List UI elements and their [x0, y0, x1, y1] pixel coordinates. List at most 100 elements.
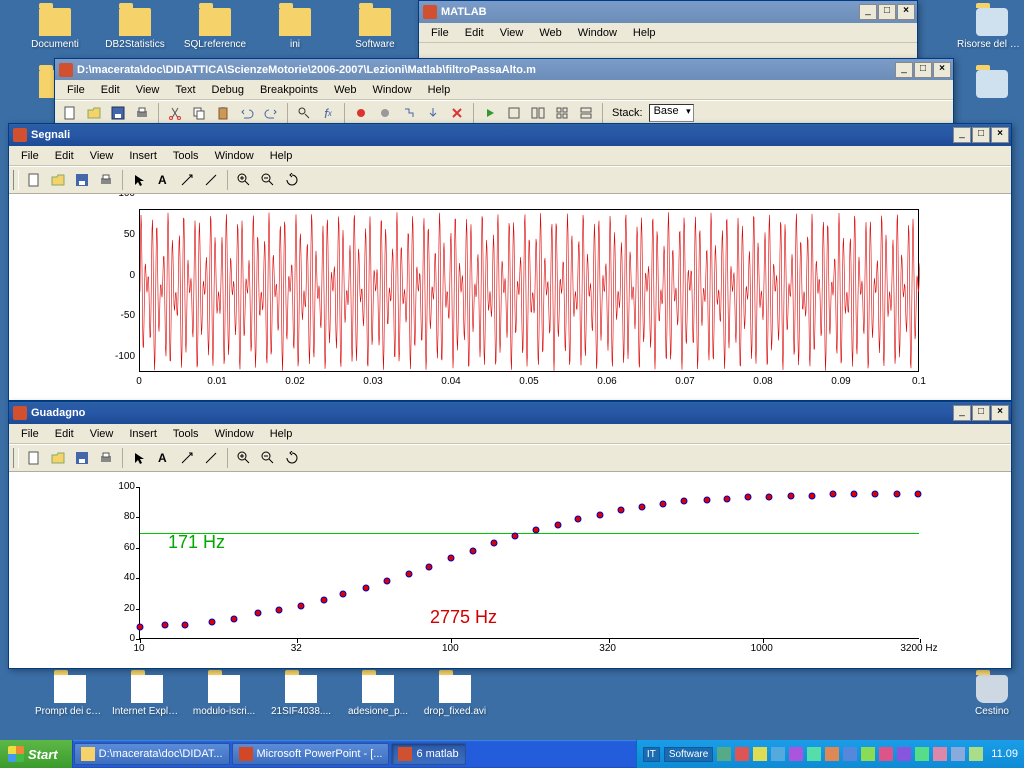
copy-icon[interactable] — [188, 102, 210, 124]
tray-icon[interactable] — [951, 747, 965, 761]
taskbar-item-explorer[interactable]: D:\macerata\doc\DIDAT... — [74, 743, 230, 765]
desktop-icon[interactable]: Cestino — [957, 675, 1024, 717]
menu-window[interactable]: Window — [364, 82, 419, 98]
function-icon[interactable]: fx — [317, 102, 339, 124]
tray-icon[interactable] — [969, 747, 983, 761]
close-button[interactable]: × — [933, 62, 951, 78]
tray-icon[interactable] — [771, 747, 785, 761]
clock[interactable]: 11.09 — [987, 748, 1018, 760]
zoom-in-icon[interactable] — [233, 447, 255, 469]
print-icon[interactable] — [95, 169, 117, 191]
stack-select[interactable]: Base — [649, 104, 694, 122]
menu-tools[interactable]: Tools — [165, 148, 207, 164]
desktop-icon[interactable]: Prompt dei comandi — [35, 675, 105, 717]
menu-file[interactable]: File — [13, 426, 47, 442]
x2-icon[interactable] — [527, 102, 549, 124]
start-button[interactable]: Start — [0, 740, 73, 768]
menu-tools[interactable]: Tools — [165, 426, 207, 442]
open-icon[interactable] — [47, 447, 69, 469]
language-indicator[interactable]: IT — [643, 747, 660, 762]
menu-window[interactable]: Window — [207, 148, 262, 164]
menu-file[interactable]: File — [59, 82, 93, 98]
stop-icon[interactable] — [446, 102, 468, 124]
menu-debug[interactable]: Debug — [204, 82, 252, 98]
tray-icon[interactable] — [735, 747, 749, 761]
minimize-button[interactable]: _ — [953, 405, 971, 421]
x1-icon[interactable] — [503, 102, 525, 124]
line-icon[interactable] — [200, 447, 222, 469]
desktop-icon[interactable]: DB2Statistics — [100, 8, 170, 50]
open-icon[interactable] — [83, 102, 105, 124]
save-icon[interactable] — [71, 169, 93, 191]
text-icon[interactable]: A — [152, 447, 174, 469]
open-icon[interactable] — [47, 169, 69, 191]
menu-breakpoints[interactable]: Breakpoints — [252, 82, 326, 98]
menu-insert[interactable]: Insert — [121, 426, 165, 442]
zoom-out-icon[interactable] — [257, 447, 279, 469]
editor-titlebar[interactable]: D:\macerata\doc\DIDATTICA\ScienzeMotorie… — [55, 59, 953, 80]
paste-icon[interactable] — [212, 102, 234, 124]
menu-view[interactable]: View — [82, 426, 122, 442]
tray-icon[interactable] — [807, 747, 821, 761]
close-button[interactable]: × — [897, 4, 915, 20]
tray-icon[interactable] — [861, 747, 875, 761]
desktop-icon[interactable]: Risorse del mputer — [957, 8, 1024, 50]
new-icon[interactable] — [23, 447, 45, 469]
desktop-icon[interactable]: drop_fixed.avi — [420, 675, 490, 717]
tray-icon[interactable] — [879, 747, 893, 761]
menu-file[interactable]: File — [13, 148, 47, 164]
text-icon[interactable]: A — [152, 169, 174, 191]
tray-icon[interactable] — [933, 747, 947, 761]
desktop-icon[interactable]: modulo-iscri... — [189, 675, 259, 717]
new-icon[interactable] — [23, 169, 45, 191]
new-icon[interactable] — [59, 102, 81, 124]
tray-icon[interactable] — [897, 747, 911, 761]
pointer-icon[interactable] — [128, 447, 150, 469]
tray-icon[interactable] — [825, 747, 839, 761]
taskbar-item-matlab[interactable]: 6 matlab — [391, 743, 465, 765]
desktop-icon[interactable]: adesione_p... — [343, 675, 413, 717]
menu-edit[interactable]: Edit — [93, 82, 128, 98]
rotate-icon[interactable] — [281, 169, 303, 191]
rotate-icon[interactable] — [281, 447, 303, 469]
tray-icon[interactable] — [717, 747, 731, 761]
tray-icon[interactable] — [843, 747, 857, 761]
save-icon[interactable] — [71, 447, 93, 469]
x3-icon[interactable] — [551, 102, 573, 124]
menu-web[interactable]: Web — [531, 25, 569, 41]
maximize-button[interactable]: □ — [914, 62, 932, 78]
zoom-in-icon[interactable] — [233, 169, 255, 191]
arrow-icon[interactable] — [176, 169, 198, 191]
desktop-icon[interactable]: Documenti — [20, 8, 90, 50]
line-icon[interactable] — [200, 169, 222, 191]
desktop-icon[interactable]: 21SIF4038.... — [266, 675, 336, 717]
cut-icon[interactable] — [164, 102, 186, 124]
menu-edit[interactable]: Edit — [47, 426, 82, 442]
arrow-icon[interactable] — [176, 447, 198, 469]
maximize-button[interactable]: □ — [878, 4, 896, 20]
save-icon[interactable] — [107, 102, 129, 124]
redo-icon[interactable] — [260, 102, 282, 124]
menu-view[interactable]: View — [128, 82, 168, 98]
menu-insert[interactable]: Insert — [121, 148, 165, 164]
desktop-icon[interactable]: ini — [260, 8, 330, 50]
close-button[interactable]: × — [991, 405, 1009, 421]
tray-icon[interactable] — [915, 747, 929, 761]
menu-window[interactable]: Window — [207, 426, 262, 442]
tray-icon[interactable] — [789, 747, 803, 761]
print-icon[interactable] — [95, 447, 117, 469]
close-button[interactable]: × — [991, 127, 1009, 143]
menu-text[interactable]: Text — [167, 82, 203, 98]
menu-view[interactable]: View — [492, 25, 532, 41]
zoom-out-icon[interactable] — [257, 169, 279, 191]
undo-icon[interactable] — [236, 102, 258, 124]
menu-window[interactable]: Window — [570, 25, 625, 41]
step-icon[interactable] — [398, 102, 420, 124]
desktop-icon[interactable] — [957, 70, 1024, 101]
minimize-button[interactable]: _ — [895, 62, 913, 78]
matlab-titlebar[interactable]: MATLAB _ □ × — [419, 1, 917, 23]
segnali-titlebar[interactable]: Segnali _ □ × — [9, 124, 1011, 146]
breakpoint-set-icon[interactable] — [350, 102, 372, 124]
menu-help[interactable]: Help — [262, 148, 301, 164]
menu-edit[interactable]: Edit — [47, 148, 82, 164]
